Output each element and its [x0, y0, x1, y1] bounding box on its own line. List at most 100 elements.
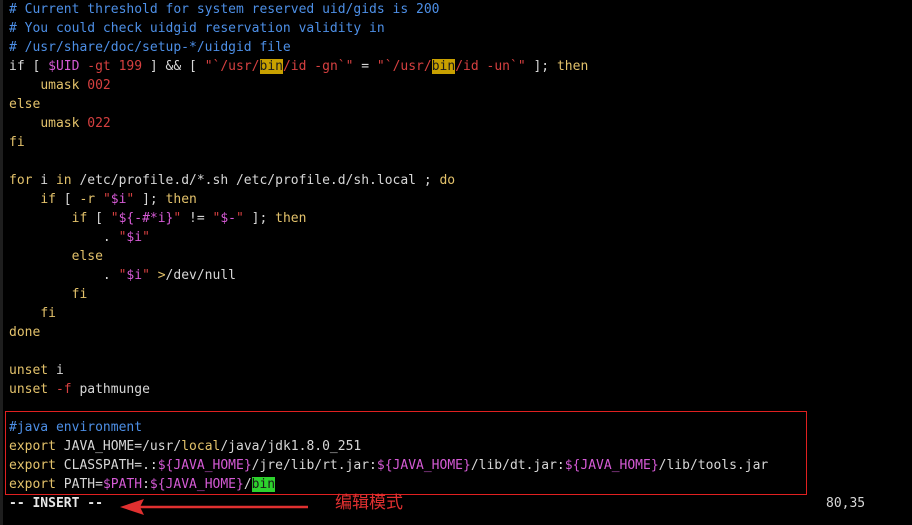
code-token: bin: [259, 59, 283, 74]
annotation-label: 编辑模式: [335, 493, 403, 513]
code-token: 002: [87, 78, 111, 93]
code-token: $-: [220, 211, 237, 226]
code-token: 022: [87, 116, 111, 131]
code-token: >: [157, 268, 166, 283]
code-token: if: [9, 59, 25, 74]
code-line[interactable]: fi: [9, 304, 768, 323]
code-token: fi: [9, 135, 25, 150]
code-token: if: [71, 211, 88, 226]
code-token: then: [275, 211, 307, 226]
code-token: ];: [525, 59, 557, 74]
code-token: !=: [181, 211, 213, 226]
code-line[interactable]: # You could check uidgid reservation val…: [9, 19, 768, 38]
code-token: "`/usr/: [204, 59, 260, 74]
window-left-edge: [0, 0, 3, 525]
code-line[interactable]: else: [9, 247, 768, 266]
code-token: /id -un`": [455, 59, 526, 74]
code-token: 199: [118, 59, 143, 74]
code-token: done: [9, 325, 41, 340]
code-line[interactable]: unset i: [9, 361, 768, 380]
code-token: $i: [126, 230, 143, 245]
code-token: /dev/null: [165, 268, 236, 283]
code-token: then: [556, 59, 589, 74]
code-token: =: [353, 59, 377, 74]
code-line[interactable]: for i in /etc/profile.d/*.sh /etc/profil…: [9, 171, 768, 190]
code-token: umask: [40, 78, 80, 93]
code-token: -f: [55, 382, 72, 397]
code-line[interactable]: # /usr/share/doc/setup-*/uidgid file: [9, 38, 768, 57]
code-line[interactable]: done: [9, 323, 768, 342]
code-token: fi: [71, 287, 88, 302]
code-token: ];: [134, 192, 166, 207]
code-token: ": [142, 230, 150, 245]
code-line[interactable]: # Current threshold for system reserved …: [9, 0, 768, 19]
code-line[interactable]: unset -f pathmunge: [9, 380, 768, 399]
code-line[interactable]: if [ $UID -gt 199 ] && [ "`/usr/bin/id -…: [9, 57, 768, 76]
code-line[interactable]: [9, 152, 768, 171]
code-token: .: [9, 230, 119, 245]
code-token: [: [24, 59, 49, 74]
code-token: ": [110, 211, 119, 226]
code-token: bin: [431, 59, 456, 74]
code-line[interactable]: fi: [9, 133, 768, 152]
code-token: else: [71, 249, 103, 264]
code-token: umask: [40, 116, 80, 131]
code-token: -gt: [79, 59, 119, 74]
code-token: $i: [110, 192, 127, 207]
code-token: ${-#*i}: [118, 211, 174, 226]
code-token: pathmunge: [79, 382, 150, 397]
code-token: $UID: [48, 59, 80, 74]
code-token: # /usr/share/doc/setup-*/uidgid file: [9, 40, 291, 55]
code-token: else: [9, 97, 41, 112]
code-token: in: [55, 173, 72, 188]
code-line[interactable]: umask 022: [9, 114, 768, 133]
annotation-arrow-icon: [120, 499, 308, 515]
code-token: unset: [9, 382, 49, 397]
cursor-position: 80,35: [826, 496, 866, 511]
code-token: ] && [: [142, 59, 205, 74]
code-token: [: [55, 192, 80, 207]
code-line[interactable]: if [ "${-#*i}" != "$-" ]; then: [9, 209, 768, 228]
terminal-window[interactable]: # Current threshold for system reserved …: [0, 0, 912, 525]
code-token: .: [9, 268, 119, 283]
code-token: ": [102, 192, 111, 207]
code-token: if: [40, 192, 56, 207]
code-token: "`/usr/: [376, 59, 432, 74]
code-token: # Current threshold for system reserved …: [9, 2, 440, 17]
code-line[interactable]: . "$i": [9, 228, 768, 247]
code-line[interactable]: if [ -r "$i" ]; then: [9, 190, 768, 209]
code-line[interactable]: . "$i" >/dev/null: [9, 266, 768, 285]
code-token: for: [9, 173, 33, 188]
code-line[interactable]: [9, 342, 768, 361]
code-token: fi: [40, 306, 56, 321]
code-line[interactable]: fi: [9, 285, 768, 304]
code-token: i: [32, 173, 56, 188]
code-token: ];: [243, 211, 276, 226]
code-line[interactable]: else: [9, 95, 768, 114]
vim-mode-indicator: -- INSERT --: [9, 496, 103, 511]
code-token: i: [55, 363, 64, 378]
code-token: /id -gn`": [282, 59, 354, 74]
code-token: [: [87, 211, 111, 226]
code-token: -r: [79, 192, 96, 207]
code-token: ": [236, 211, 244, 226]
code-token: do: [439, 173, 456, 188]
code-token: /etc/profile.d/*.sh /etc/profile.d/sh.lo…: [71, 173, 440, 188]
java-environment-highlight-box: [5, 411, 807, 495]
code-token: ": [142, 268, 150, 283]
code-token: then: [165, 192, 197, 207]
code-line[interactable]: umask 002: [9, 76, 768, 95]
code-token: $i: [126, 268, 143, 283]
code-token: # You could check uidgid reservation val…: [9, 21, 385, 36]
